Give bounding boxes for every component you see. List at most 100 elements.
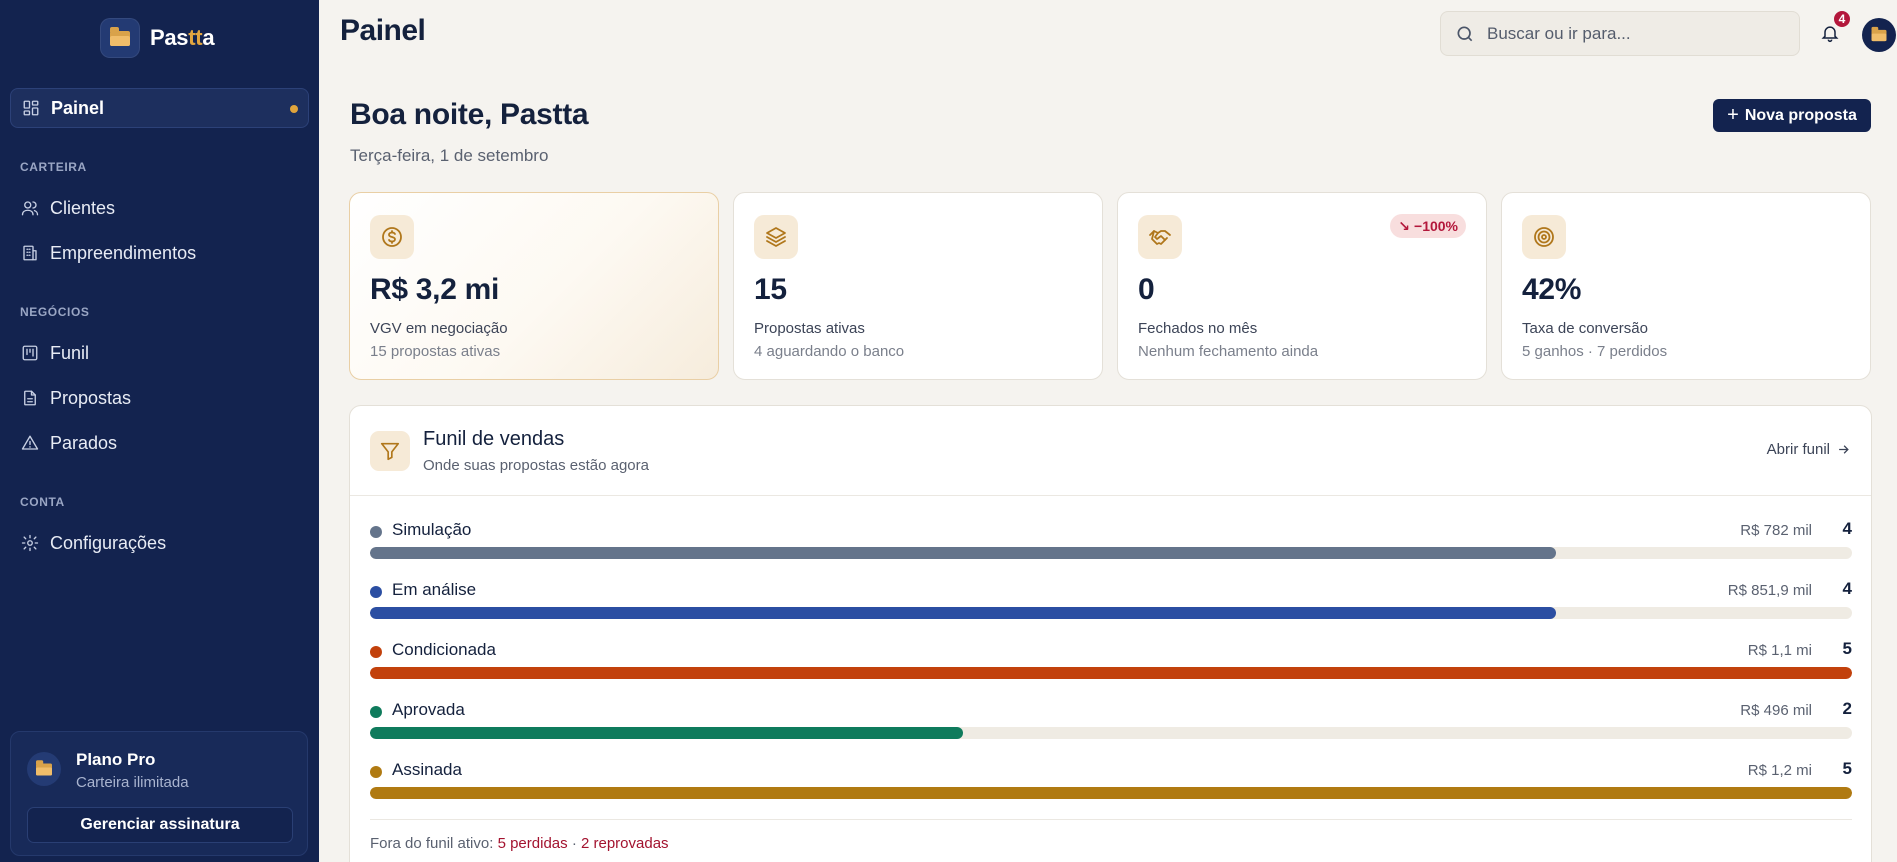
target-icon — [1522, 215, 1566, 259]
sidebar-item-label: Empreendimentos — [50, 242, 197, 263]
stat-label: Taxa de conversão — [1522, 320, 1648, 337]
plan-title: Plano Pro — [76, 750, 156, 769]
stage-color-dot — [370, 706, 382, 718]
stage-amount: R$ 851,9 mil — [1727, 582, 1812, 599]
current-date: Terça-feira, 1 de setembro — [350, 146, 549, 165]
search-box[interactable] — [1440, 11, 1800, 56]
stage-color-dot — [370, 586, 382, 598]
stage-count: 5 — [1842, 639, 1852, 658]
lost-proposals-link[interactable]: 5 perdidas — [498, 835, 568, 852]
stage-progress-fill — [370, 667, 1852, 679]
trend-value: −100% — [1414, 218, 1458, 234]
stage-amount: R$ 1,1 mi — [1747, 642, 1812, 659]
funnel-stage-row[interactable]: Condicionada R$ 1,1 mi 5 — [370, 638, 1852, 688]
sidebar: Pastta Painel CARTEIRA Clientes Empreend… — [0, 0, 319, 862]
funnel-subtitle: Onde suas propostas estão agora — [423, 457, 649, 474]
stage-name: Simulação — [392, 520, 472, 539]
stat-card-fechados[interactable]: ↘ −100% 0 Fechados no mês Nenhum fechame… — [1117, 192, 1487, 380]
plan-card: Plano Pro Carteira ilimitada Gerenciar a… — [10, 731, 308, 856]
plus-icon: + — [1727, 103, 1739, 126]
section-title-negocios: NEGÓCIOS — [20, 305, 90, 319]
folder-avatar-icon — [1871, 26, 1887, 41]
notification-count-badge: 4 — [1832, 9, 1852, 29]
stage-name: Aprovada — [392, 700, 465, 719]
sidebar-item-propostas[interactable]: Propostas — [10, 378, 309, 418]
open-funnel-link[interactable]: Abrir funil — [1767, 441, 1851, 458]
user-avatar[interactable] — [1862, 18, 1896, 52]
open-funnel-label: Abrir funil — [1766, 441, 1830, 458]
active-indicator-dot — [290, 105, 298, 113]
stat-subtext: 5 ganhos · 7 perdidos — [1522, 343, 1668, 360]
footer-prefix: Fora do funil ativo: — [370, 835, 494, 852]
stat-subtext: 15 propostas ativas — [370, 343, 501, 360]
stat-value: 15 — [754, 273, 787, 306]
plan-subtitle: Carteira ilimitada — [76, 774, 189, 791]
stage-progress-fill — [370, 607, 1556, 619]
stage-amount: R$ 496 mil — [1740, 702, 1812, 719]
stage-progress-track — [370, 667, 1852, 679]
funnel-stage-row[interactable]: Em análise R$ 851,9 mil 4 — [370, 578, 1852, 628]
sidebar-item-clientes[interactable]: Clientes — [10, 188, 309, 228]
greeting-heading: Boa noite, Pastta — [350, 98, 589, 131]
stage-amount: R$ 1,2 mi — [1747, 762, 1812, 779]
sidebar-item-configuracoes[interactable]: Configurações — [10, 523, 309, 563]
sidebar-item-label: Funil — [50, 342, 90, 363]
stat-value: 0 — [1138, 273, 1155, 306]
stat-label: Fechados no mês — [1138, 320, 1258, 337]
sidebar-item-funil[interactable]: Funil — [10, 333, 309, 373]
dollar-circle-icon — [370, 215, 414, 259]
brand-name: Pastta — [150, 25, 215, 50]
warning-icon — [20, 433, 40, 453]
page-title: Painel — [340, 14, 426, 47]
stage-color-dot — [370, 646, 382, 658]
stage-color-dot — [370, 526, 382, 538]
sidebar-item-empreendimentos[interactable]: Empreendimentos — [10, 233, 309, 273]
arrow-down-right-icon: ↘ — [1398, 217, 1411, 234]
footer-separator: · — [571, 835, 577, 852]
stat-value: 42% — [1522, 273, 1582, 306]
rejected-proposals-link[interactable]: 2 reprovadas — [581, 835, 669, 852]
funnel-footer: Fora do funil ativo: 5 perdidas · 2 repr… — [370, 835, 669, 852]
sidebar-item-parados[interactable]: Parados — [10, 423, 309, 463]
funnel-stage-row[interactable]: Assinada R$ 1,2 mi 5 — [370, 758, 1852, 808]
sidebar-item-label: Propostas — [50, 387, 132, 408]
sidebar-item-label: Configurações — [50, 532, 167, 553]
folder-logo-icon — [100, 18, 140, 58]
trend-badge: ↘ −100% — [1390, 214, 1466, 238]
arrow-right-icon — [1839, 445, 1849, 454]
manage-subscription-button[interactable]: Gerenciar assinatura — [27, 807, 293, 843]
building-icon — [20, 243, 40, 263]
stat-card-vgv[interactable]: R$ 3,2 mi VGV em negociação 15 propostas… — [349, 192, 719, 380]
users-icon — [20, 198, 40, 218]
stat-subtext: Nenhum fechamento ainda — [1138, 343, 1319, 360]
layers-icon — [754, 215, 798, 259]
section-title-carteira: CARTEIRA — [20, 160, 87, 174]
funnel-stage-row[interactable]: Aprovada R$ 496 mil 2 — [370, 698, 1852, 748]
brand[interactable]: Pastta — [100, 18, 215, 58]
stat-card-propostas[interactable]: 15 Propostas ativas 4 aguardando o banco — [733, 192, 1103, 380]
new-proposal-button[interactable]: + Nova proposta — [1713, 99, 1871, 132]
sidebar-item-label: Painel — [51, 97, 105, 118]
sidebar-item-painel[interactable]: Painel — [10, 88, 309, 128]
stat-card-conversao[interactable]: 42% Taxa de conversão 5 ganhos · 7 perdi… — [1501, 192, 1871, 380]
stage-progress-track — [370, 727, 1852, 739]
stage-progress-track — [370, 607, 1852, 619]
stat-subtext: 4 aguardando o banco — [754, 343, 905, 360]
stage-name: Em análise — [392, 580, 477, 599]
stat-label: VGV em negociação — [370, 320, 508, 337]
document-icon — [20, 388, 40, 408]
search-input[interactable] — [1487, 23, 1767, 44]
funnel-title: Funil de vendas — [423, 428, 565, 450]
handshake-icon — [1138, 215, 1182, 259]
stage-count: 4 — [1842, 519, 1852, 538]
stage-count: 4 — [1842, 579, 1852, 598]
stage-count: 5 — [1842, 759, 1852, 778]
stage-progress-track — [370, 547, 1852, 559]
stage-progress-fill — [370, 727, 963, 739]
stage-amount: R$ 782 mil — [1740, 522, 1812, 539]
funnel-stage-row[interactable]: Simulação R$ 782 mil 4 — [370, 518, 1852, 568]
stage-name: Condicionada — [392, 640, 496, 659]
stage-progress-fill — [370, 547, 1556, 559]
stage-name: Assinada — [392, 760, 462, 779]
gear-icon — [20, 533, 40, 553]
